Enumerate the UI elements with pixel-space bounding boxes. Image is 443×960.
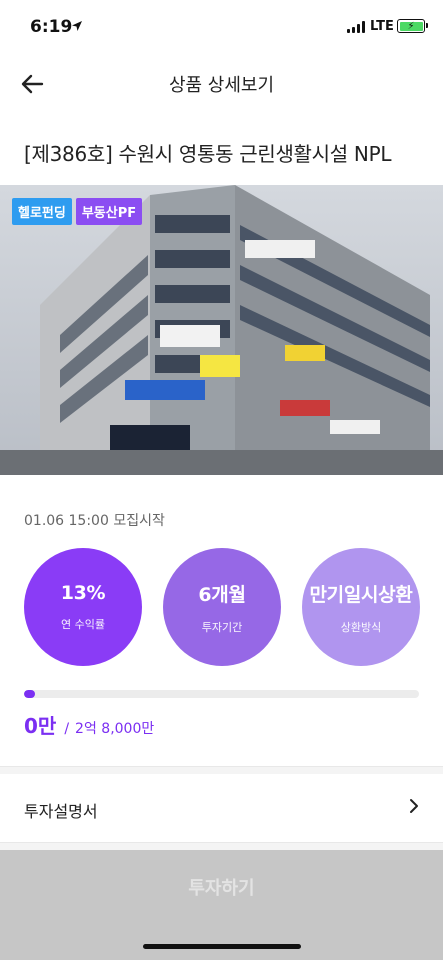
stat-label: 투자기간 [201,620,243,634]
section-divider [0,842,443,850]
invest-button-label: 투자하기 [188,878,255,899]
section-divider [0,766,443,774]
funding-progress-bar [24,690,419,698]
product-title: [제386호] 수원시 영통동 근린생활시설 NPL [24,142,392,166]
home-indicator[interactable] [143,944,301,949]
stat-value: 6개월 [198,583,246,606]
stat-label: 연 수익률 [61,618,105,631]
stat-value: 만기일시상환 [309,583,413,606]
battery-icon: ⚡ [397,19,428,33]
amount-separator: / [64,721,70,737]
page-title: 상품 상세보기 [168,75,275,96]
network-label: LTE [370,19,394,34]
product-tags: 헬로펀딩 부동산PF [12,198,143,225]
stat-annual-return: 13% 연 수익률 [24,548,142,666]
nav-bar: 상품 상세보기 [0,58,443,110]
stat-investment-period: 6개월 투자기간 [163,548,281,666]
status-time: 6:19 [30,17,73,37]
location-arrow-icon [72,21,82,31]
stat-value: 13% [60,582,106,604]
status-bar: 6:19 LTE ⚡ [0,0,443,54]
tag-hellofunding: 헬로펀딩 [12,198,72,225]
tag-real-estate-pf: 부동산PF [75,198,143,225]
recruitment-start: 01.06 15:00 모집시작 [24,513,165,529]
chevron-right-icon [410,799,418,813]
stat-repayment-method: 만기일시상환 상환방식 [302,548,420,666]
stat-label: 상환방식 [340,620,382,634]
product-image [0,185,443,475]
funding-amount: 0만 / 2억 8,000만 [24,710,154,739]
current-amount: 0만 [24,714,57,738]
prospectus-row[interactable]: 투자설명서 [0,774,443,842]
prospectus-label: 투자설명서 [24,802,98,821]
progress-fill [24,690,36,698]
goal-amount: 2억 8,000만 [75,721,155,737]
signal-icon [347,21,365,33]
stats-row: 13% 연 수익률 6개월 투자기간 만기일시상환 상환방식 [24,548,420,666]
